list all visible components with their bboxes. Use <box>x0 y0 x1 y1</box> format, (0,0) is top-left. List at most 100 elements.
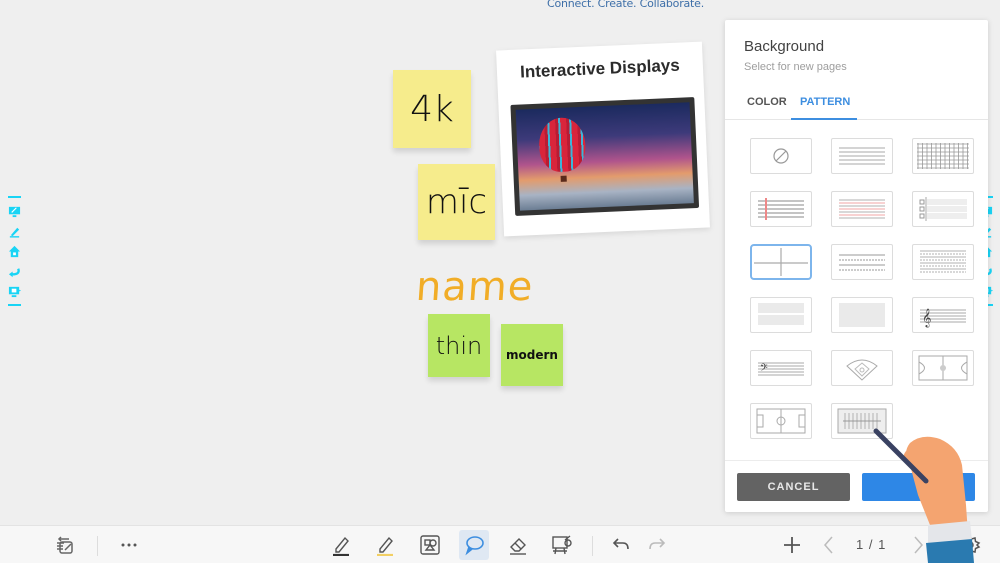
pattern-option-treble-clef[interactable]: 𝄞 <box>912 297 974 333</box>
dense-staff-lines-pattern-icon <box>839 303 885 327</box>
promo-image-card[interactable]: Interactive Displays <box>496 41 710 237</box>
tab-color[interactable]: COLOR <box>747 96 787 108</box>
pattern-option-football-field[interactable] <box>831 403 893 439</box>
display-image <box>510 96 700 216</box>
soccer-field-pattern-icon <box>756 408 806 434</box>
highlighter-icon <box>377 536 393 556</box>
quadrants-pattern-icon <box>754 248 808 276</box>
shapes-button[interactable] <box>415 530 445 560</box>
sticky-note[interactable]: 4k <box>393 70 471 148</box>
rail-divider <box>7 196 21 198</box>
basketball-court-pattern-icon <box>918 355 968 381</box>
sticky-note-text: 4k <box>410 88 454 130</box>
gear-icon <box>959 534 981 556</box>
ok-button[interactable] <box>862 473 975 501</box>
bottom-toolbar: 1 / 1 <box>0 525 1000 563</box>
treble-clef-pattern-icon: 𝄞 <box>920 309 966 328</box>
pattern-option-baseball-field[interactable] <box>831 350 893 386</box>
redo-button[interactable] <box>642 530 672 560</box>
svg-text:𝄢: 𝄢 <box>760 362 768 376</box>
more-icon <box>121 543 137 547</box>
tab-bar: COLOR PATTERN <box>725 86 988 120</box>
dashed-lines-pattern-icon <box>839 254 885 271</box>
panel-footer: CANCEL <box>725 460 988 512</box>
eraser-button[interactable] <box>503 530 533 560</box>
pattern-option-handwriting-lines[interactable] <box>831 191 893 227</box>
plus-icon <box>784 537 800 553</box>
pattern-option-staff-lines[interactable] <box>750 297 812 333</box>
pattern-option-dashed-lines[interactable] <box>831 244 893 280</box>
pattern-option-none[interactable] <box>750 138 812 174</box>
presentation-icon <box>552 535 572 555</box>
notes-export-icon <box>57 536 73 554</box>
rail-divider <box>7 304 21 306</box>
pen-icon[interactable] <box>7 224 21 238</box>
none-pattern-icon <box>773 148 789 164</box>
redo-icon <box>649 538 666 550</box>
pattern-option-dense-dashed-lines[interactable] <box>912 244 974 280</box>
tab-pattern[interactable]: PATTERN <box>800 96 850 108</box>
highlighter-button[interactable] <box>370 530 400 560</box>
sticky-note[interactable]: mīc <box>418 164 495 240</box>
left-side-rail <box>5 196 23 306</box>
sticky-note-text: mīc <box>425 182 488 222</box>
notes-export-button[interactable] <box>50 530 80 560</box>
screen-share-icon[interactable] <box>7 284 21 298</box>
shapes-icon <box>420 535 440 555</box>
prev-page-button[interactable] <box>814 530 844 560</box>
pattern-option-lines[interactable] <box>831 138 893 174</box>
panel-title: Background <box>744 38 825 55</box>
sticky-note[interactable]: thin <box>428 314 490 377</box>
chevron-left-icon <box>824 536 833 554</box>
next-page-button[interactable] <box>903 530 933 560</box>
pattern-option-soccer-field[interactable] <box>750 403 812 439</box>
sticky-note-text: thin <box>435 331 483 360</box>
pattern-option-dense-staff-lines[interactable] <box>831 297 893 333</box>
svg-text:𝄞: 𝄞 <box>922 309 931 328</box>
hot-air-balloon <box>538 116 587 173</box>
balloon-basket <box>560 175 567 182</box>
lines-pattern-icon <box>839 147 885 165</box>
lasso-button[interactable] <box>459 530 489 560</box>
home-icon[interactable] <box>7 244 21 258</box>
presentation-button[interactable] <box>547 530 577 560</box>
background-panel: Background Select for new pages COLOR PA… <box>725 20 988 512</box>
back-icon[interactable] <box>7 264 21 278</box>
settings-button[interactable] <box>955 530 985 560</box>
sticky-note-text: modern <box>506 348 558 362</box>
pattern-option-basketball-court[interactable] <box>912 350 974 386</box>
pattern-option-quadrants[interactable] <box>750 244 812 280</box>
eraser-icon <box>510 538 526 555</box>
toolbar-divider <box>592 536 593 556</box>
promo-title: Interactive Displays <box>519 55 681 82</box>
grid-pattern-icon <box>917 143 969 169</box>
handwriting-lines-pattern-icon <box>839 199 885 219</box>
dense-dashed-lines-pattern-icon <box>920 250 966 273</box>
add-page-button[interactable] <box>777 530 807 560</box>
pattern-option-bass-clef[interactable]: 𝄢 <box>750 350 812 386</box>
tagline: Connect. Create. Collaborate. <box>547 0 705 10</box>
checklist-pattern-icon <box>919 197 967 221</box>
pattern-option-checklist[interactable] <box>912 191 974 227</box>
baseball-field-pattern-icon <box>846 359 878 381</box>
cancel-button[interactable]: CANCEL <box>737 473 850 501</box>
undo-button[interactable] <box>606 530 636 560</box>
lasso-icon <box>465 536 484 556</box>
staff-lines-pattern-icon <box>758 303 804 325</box>
handwritten-word[interactable]: name <box>414 264 535 310</box>
bass-clef-pattern-icon: 𝄢 <box>758 362 804 376</box>
more-button[interactable] <box>114 530 144 560</box>
pattern-option-grid[interactable] <box>912 138 974 174</box>
sticky-note[interactable]: modern <box>501 324 563 386</box>
active-tab-indicator <box>791 118 857 120</box>
pen-icon <box>333 536 349 556</box>
pen-button[interactable] <box>326 530 356 560</box>
annotate-screen-icon[interactable] <box>7 204 21 218</box>
pattern-option-notebook-margin[interactable] <box>750 191 812 227</box>
toolbar-divider <box>97 536 98 556</box>
panel-subtitle: Select for new pages <box>744 61 847 73</box>
notebook-margin-pattern-icon <box>758 198 804 220</box>
page-indicator: 1 / 1 <box>856 537 887 552</box>
football-field-pattern-icon <box>837 408 887 434</box>
undo-icon <box>612 538 629 550</box>
